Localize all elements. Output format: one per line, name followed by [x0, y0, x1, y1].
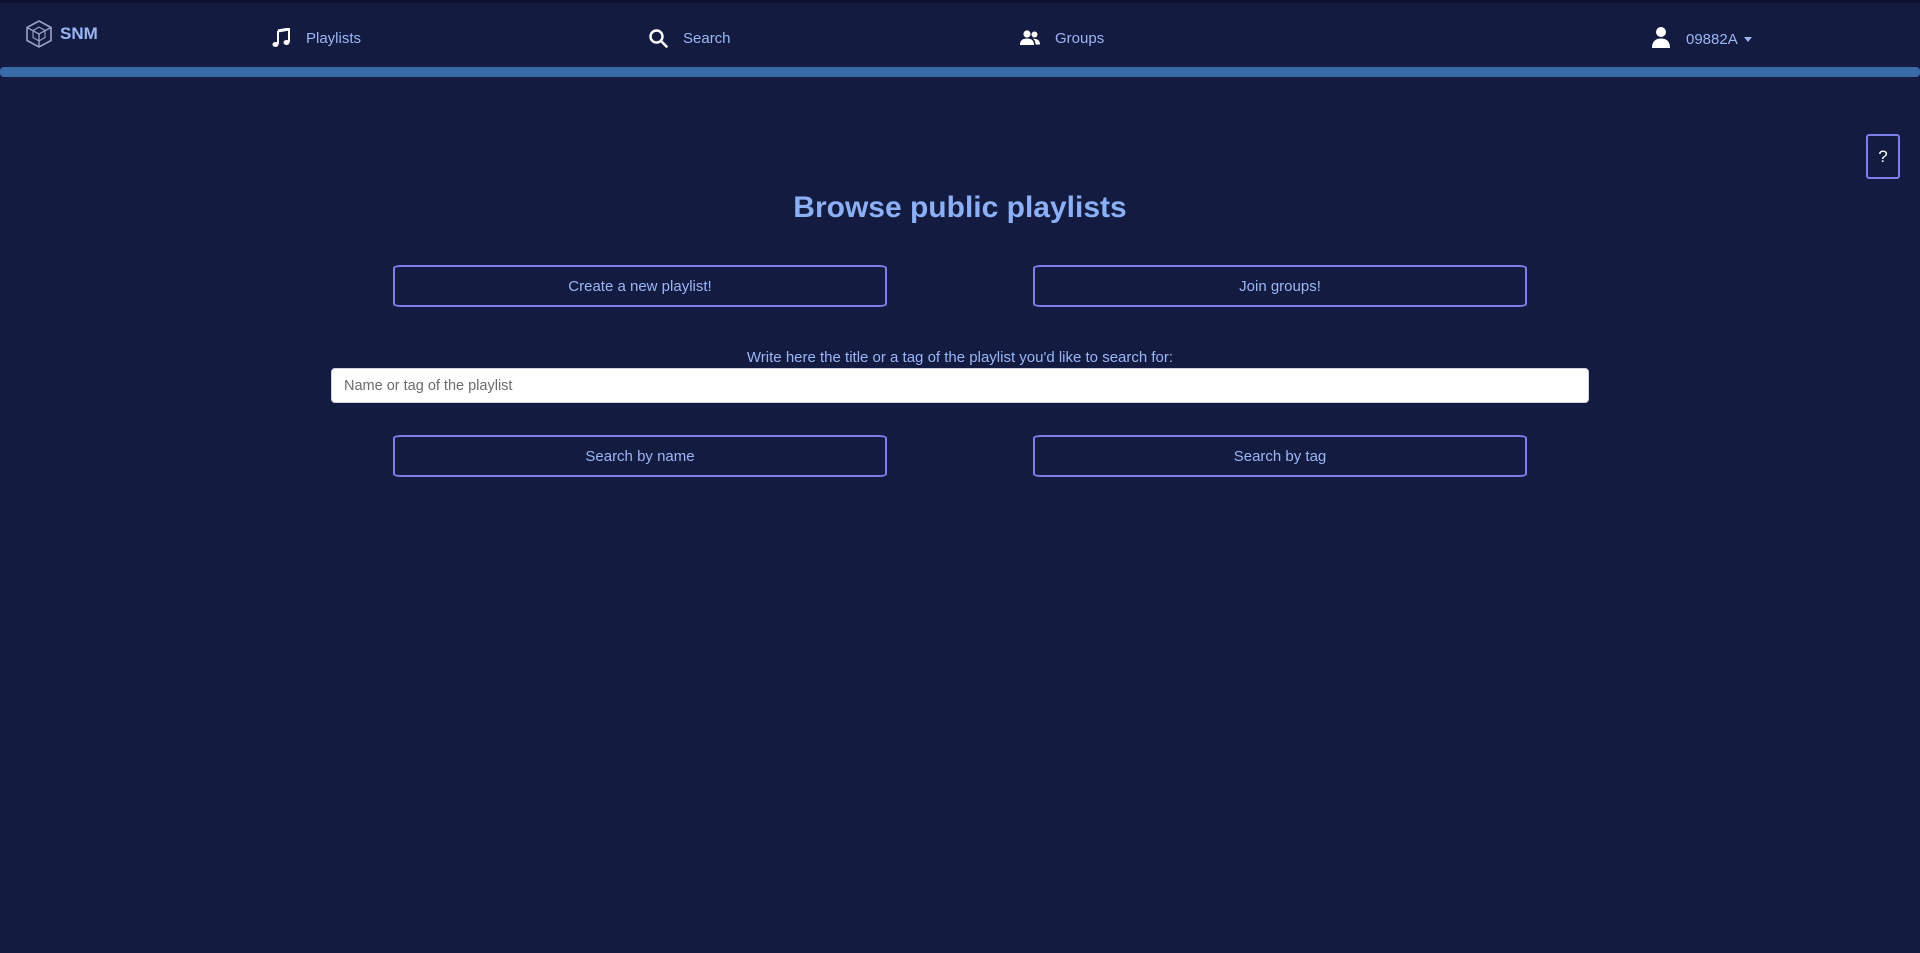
- username-label: 09882A: [1686, 30, 1738, 48]
- search-instructions: Write here the title or a tag of the pla…: [746, 349, 1174, 366]
- page-title: Browse public playlists: [793, 191, 1127, 224]
- nav-search-label: Search: [683, 29, 731, 47]
- create-playlist-button[interactable]: Create a new playlist!: [393, 265, 887, 307]
- user-menu-dropdown[interactable]: 09882A: [1652, 26, 1752, 52]
- search-by-name-button[interactable]: Search by name: [393, 435, 887, 477]
- join-groups-button[interactable]: Join groups!: [1033, 265, 1527, 307]
- brand-logo[interactable]: SNM: [26, 20, 98, 48]
- navbar: SNM Playlists Search Groups 09882A: [0, 3, 1920, 67]
- playlist-search-input[interactable]: [331, 368, 1589, 403]
- chevron-down-icon: [1743, 37, 1752, 43]
- brand-name: SNM: [60, 24, 98, 43]
- user-icon: [1652, 26, 1670, 52]
- nav-groups[interactable]: Groups: [1019, 27, 1104, 49]
- nav-playlists[interactable]: Playlists: [270, 27, 361, 49]
- nav-search[interactable]: Search: [647, 27, 731, 49]
- nav-groups-label: Groups: [1055, 29, 1105, 47]
- nav-accent-bar: [0, 67, 1920, 77]
- cube-logo-icon: [26, 20, 52, 48]
- help-button[interactable]: ?: [1866, 134, 1900, 179]
- search-icon: [647, 27, 669, 49]
- nav-playlists-label: Playlists: [306, 29, 362, 47]
- search-by-tag-button[interactable]: Search by tag: [1033, 435, 1527, 477]
- music-note-icon: [270, 27, 292, 49]
- users-icon: [1019, 27, 1041, 49]
